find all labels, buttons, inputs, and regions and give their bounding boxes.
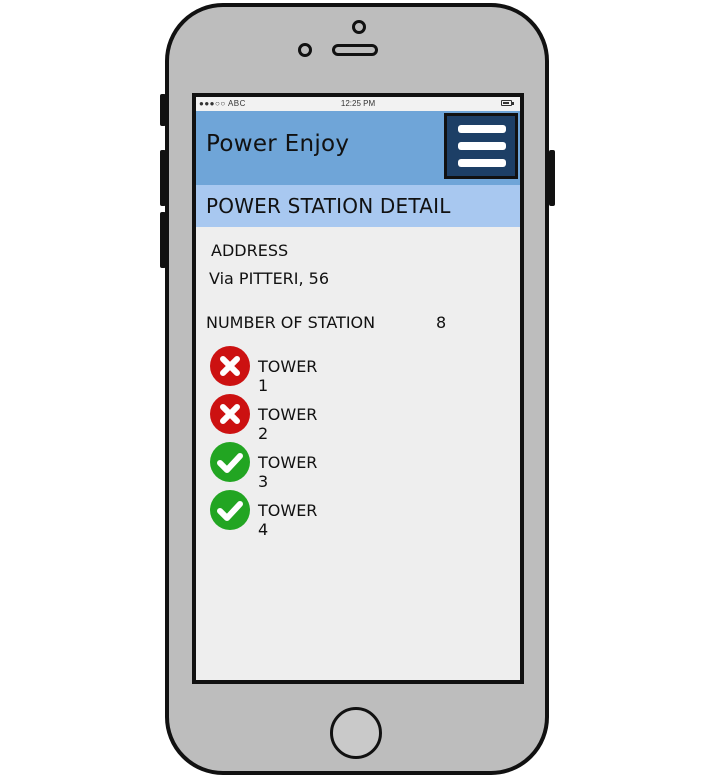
check-circle-icon bbox=[210, 490, 250, 530]
battery-tip bbox=[512, 102, 514, 105]
x-circle-icon bbox=[210, 346, 250, 386]
x-circle-icon bbox=[210, 394, 250, 434]
earpiece-speaker bbox=[332, 44, 378, 56]
number-of-station-value: 8 bbox=[436, 313, 447, 332]
menu-line-icon bbox=[458, 142, 506, 150]
tower-name: TOWER 1 bbox=[258, 357, 318, 395]
front-camera bbox=[352, 20, 366, 34]
canvas: ●●●○○ ABC 12:25 PM Power Enjoy POWER STA… bbox=[0, 0, 715, 783]
address-value: Via PITTERI, 56 bbox=[209, 269, 330, 288]
hamburger-menu-button[interactable] bbox=[444, 113, 518, 179]
menu-line-icon bbox=[458, 125, 506, 133]
phone-screen: ●●●○○ ABC 12:25 PM Power Enjoy POWER STA… bbox=[192, 93, 524, 684]
tower-name: TOWER 4 bbox=[258, 501, 318, 539]
page-title: POWER STATION DETAIL bbox=[206, 194, 451, 218]
status-time: 12:25 PM bbox=[340, 99, 376, 108]
tower-name: TOWER 2 bbox=[258, 405, 318, 443]
status-bar: ●●●○○ ABC 12:25 PM bbox=[196, 97, 520, 111]
app-title: Power Enjoy bbox=[206, 131, 350, 157]
battery-icon bbox=[501, 100, 512, 106]
power-button bbox=[549, 150, 555, 206]
menu-line-icon bbox=[458, 159, 506, 167]
number-of-station-label: NUMBER OF STATION bbox=[206, 313, 376, 332]
sensor bbox=[298, 43, 312, 57]
address-label: ADDRESS bbox=[211, 241, 289, 260]
home-button[interactable] bbox=[330, 707, 382, 759]
app-header: Power Enjoy bbox=[196, 111, 520, 185]
tower-name: TOWER 3 bbox=[258, 453, 318, 491]
page-header: POWER STATION DETAIL bbox=[196, 185, 520, 227]
check-circle-icon bbox=[210, 442, 250, 482]
